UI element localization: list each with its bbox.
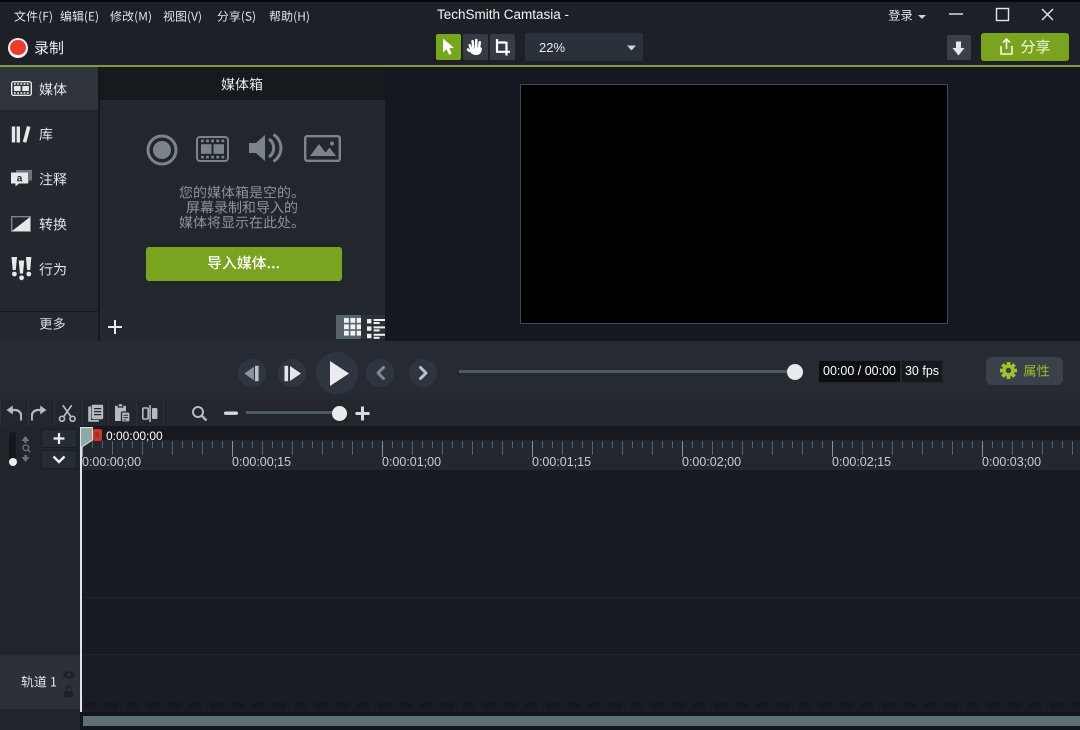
svg-text:a: a	[17, 174, 23, 185]
